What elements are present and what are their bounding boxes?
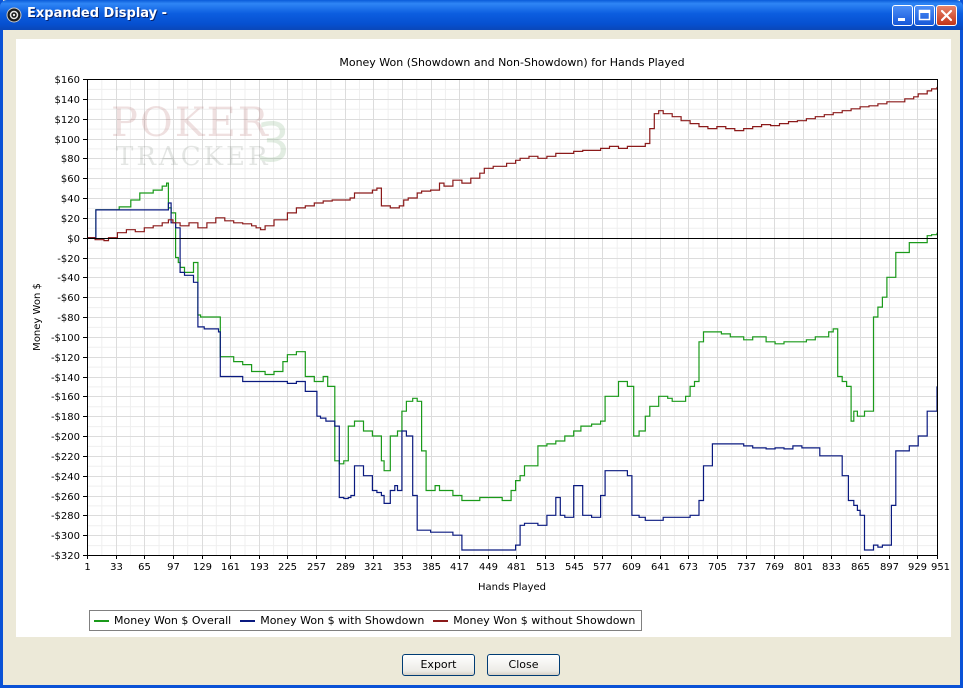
legend-swatch-with-showdown <box>240 619 256 622</box>
y-tick-label: -$20 <box>57 254 80 265</box>
x-tick-label: 353 <box>393 562 412 573</box>
x-tick-label: 865 <box>851 562 870 573</box>
x-tick-label: 33 <box>110 562 123 573</box>
export-button[interactable]: Export <box>402 654 475 676</box>
x-tick-label: 737 <box>737 562 756 573</box>
legend-label-without-showdown: Money Won $ without Showdown <box>453 614 636 627</box>
legend-label-with-showdown: Money Won $ with Showdown <box>260 614 425 627</box>
y-tick-label: $120 <box>55 115 80 126</box>
x-tick-label: 801 <box>794 562 813 573</box>
y-tick-label: $20 <box>61 214 80 225</box>
money-won-chart: POKERTRACKER3 Money Won (Showdown and Non… <box>32 56 950 593</box>
x-tick-label: 609 <box>622 562 641 573</box>
x-tick-label: 951 <box>931 562 950 573</box>
watermark-word-poker: POKER <box>111 100 270 146</box>
y-tick-label: -$140 <box>51 373 80 384</box>
app-icon <box>6 7 22 23</box>
x-tick-label: 161 <box>221 562 240 573</box>
x-tick-label: 705 <box>708 562 727 573</box>
y-tick-label: -$160 <box>51 392 80 403</box>
y-axis-label: Money Won $ <box>32 283 43 351</box>
y-tick-label: -$320 <box>51 551 80 562</box>
watermark-word-tracker: TRACKER <box>116 142 271 172</box>
chart-title: Money Won (Showdown and Non-Showdown) fo… <box>339 56 684 69</box>
y-tick-label: $80 <box>61 154 80 165</box>
y-tick-label: -$280 <box>51 511 80 522</box>
y-tick-label: -$120 <box>51 353 80 364</box>
title-bar[interactable]: Expanded Display - <box>0 0 963 30</box>
x-tick-label: 833 <box>822 562 841 573</box>
x-tick-label: 129 <box>193 562 212 573</box>
x-tick-label: 225 <box>278 562 297 573</box>
x-tick-label: 545 <box>565 562 584 573</box>
y-tick-label: -$100 <box>51 333 80 344</box>
y-tick-label: -$60 <box>57 293 80 304</box>
x-tick-label: 289 <box>336 562 355 573</box>
legend-item-with-showdown: Money Won $ with Showdown <box>240 614 424 627</box>
y-tick-label: -$220 <box>51 452 80 463</box>
maximize-button[interactable] <box>914 5 935 26</box>
x-tick-label: 417 <box>450 562 469 573</box>
minimize-button[interactable] <box>892 5 913 26</box>
x-tick-label: 481 <box>507 562 526 573</box>
y-tick-label: -$40 <box>57 273 80 284</box>
x-tick-label: 673 <box>679 562 698 573</box>
pokertracker-watermark-logo: POKERTRACKER3 <box>111 100 290 174</box>
y-tick-label: -$240 <box>51 472 80 483</box>
close-window-button[interactable] <box>936 5 957 26</box>
x-tick-label: 321 <box>364 562 383 573</box>
x-tick-label: 769 <box>765 562 784 573</box>
chart-legend: Money Won $ Overall Money Won $ with Sho… <box>89 610 643 631</box>
y-tick-label: -$180 <box>51 412 80 423</box>
x-tick-label: 513 <box>536 562 555 573</box>
y-tick-label: -$80 <box>57 313 80 324</box>
legend-swatch-overall <box>94 619 109 622</box>
y-tick-label: $60 <box>61 174 80 185</box>
x-tick-label: 193 <box>250 562 269 573</box>
y-tick-label: -$300 <box>51 531 80 542</box>
x-tick-label: 641 <box>651 562 670 573</box>
x-tick-label: 257 <box>307 562 326 573</box>
x-tick-label: 897 <box>880 562 899 573</box>
x-tick-label: 577 <box>593 562 612 573</box>
y-tick-label: $160 <box>55 75 80 86</box>
x-tick-label: 97 <box>167 562 180 573</box>
maximize-icon <box>918 9 931 21</box>
y-tick-label: $0 <box>67 234 80 245</box>
legend-swatch-without-showdown <box>433 619 449 622</box>
minimize-icon <box>898 18 905 21</box>
x-tick-label: 929 <box>908 562 927 573</box>
x-tick-label: 385 <box>422 562 441 573</box>
legend-item-without-showdown: Money Won $ without Showdown <box>433 614 635 627</box>
y-tick-label: -$260 <box>51 492 80 503</box>
close-icon <box>940 9 953 22</box>
close-button[interactable]: Close <box>487 654 560 676</box>
x-axis-label: Hands Played <box>478 582 546 593</box>
window-title: Expanded Display - <box>27 6 168 21</box>
x-tick-label: 1 <box>84 562 90 573</box>
watermark-numeral: 3 <box>256 111 290 174</box>
expanded-display-window: Expanded Display - POKER TRACKER 3 Money Wo… <box>0 0 963 688</box>
y-tick-label: $40 <box>61 194 80 205</box>
legend-label-overall: Money Won $ Overall <box>114 614 232 627</box>
x-tick-label: 449 <box>479 562 498 573</box>
y-tick-label: $140 <box>55 95 80 106</box>
y-tick-label: -$200 <box>51 432 80 443</box>
x-tick-label: 65 <box>138 562 151 573</box>
chart-panel: POKER TRACKER 3 Money Won (Showdown and Non… <box>16 39 951 637</box>
legend-item-overall: Money Won $ Overall <box>94 614 231 627</box>
y-tick-label: $100 <box>55 135 80 146</box>
